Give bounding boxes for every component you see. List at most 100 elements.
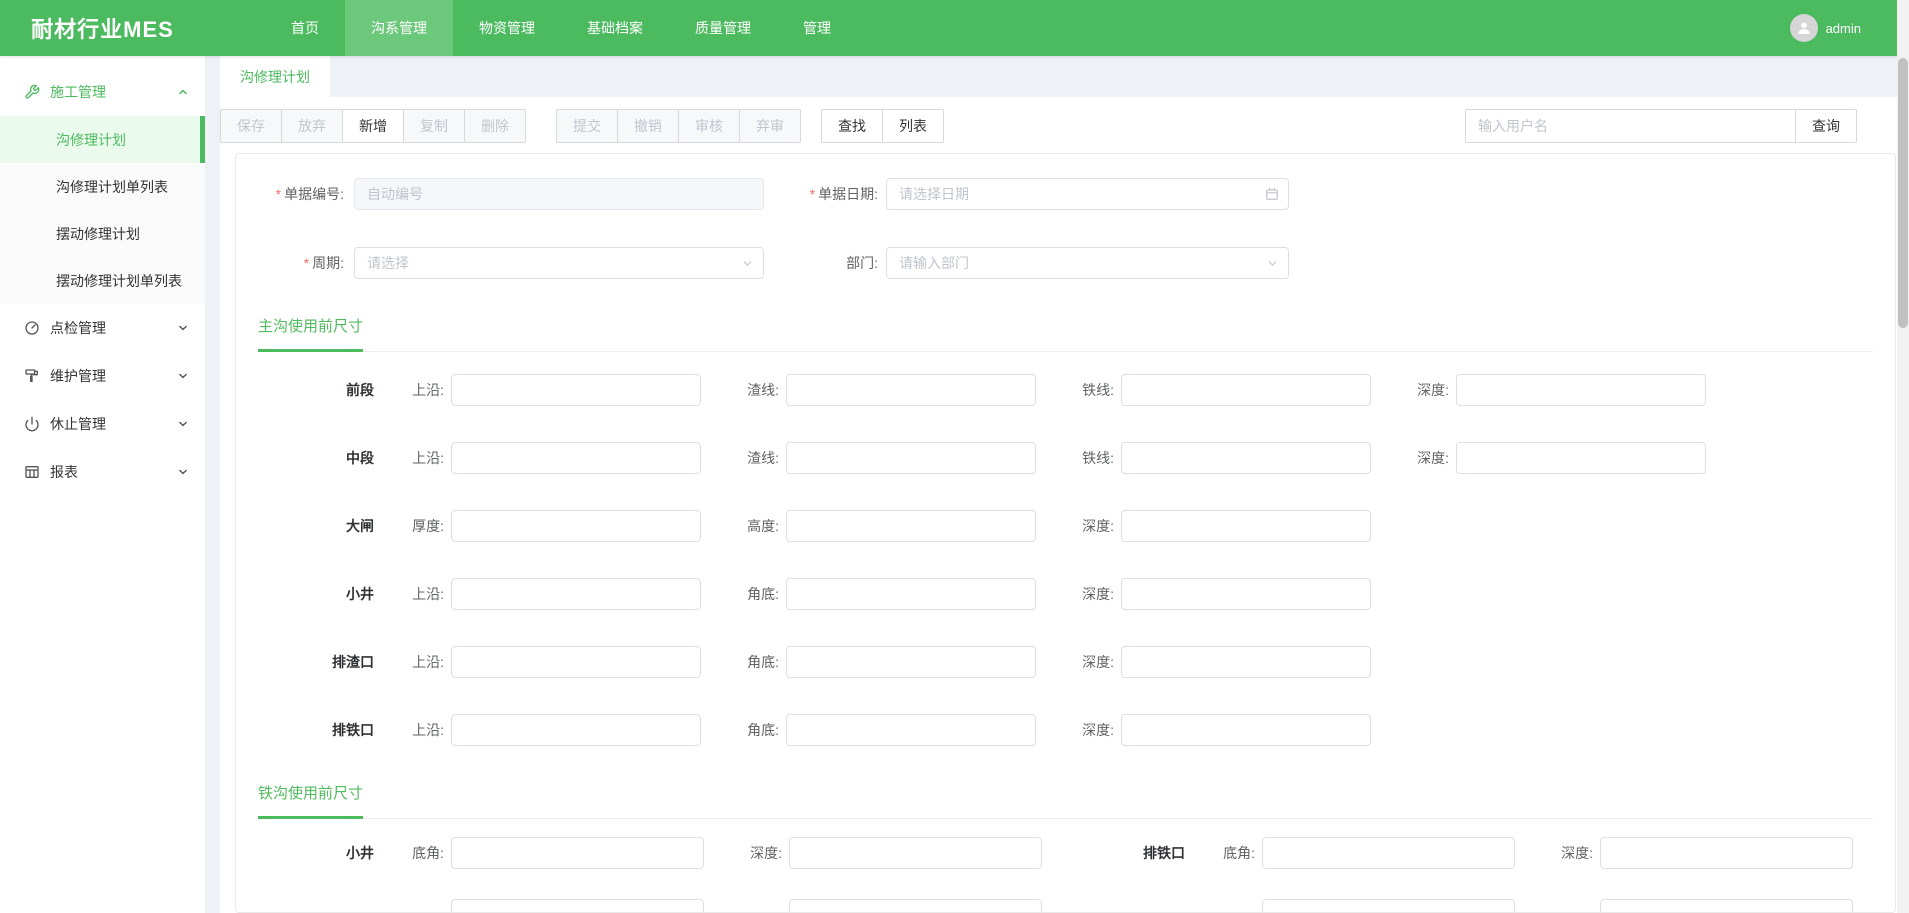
doc-no-input[interactable] [354,178,764,210]
nav-item-admin[interactable]: 管理 [777,0,857,56]
audit-button[interactable]: 审核 [678,109,740,143]
doc-date-input[interactable] [886,178,1289,210]
sidebar-item-trench-repair-plan[interactable]: 沟修理计划 [0,116,205,163]
partial-input-4[interactable] [1600,899,1853,913]
iron-outlet-depth2-input[interactable] [1600,837,1853,869]
partial-input-2[interactable] [789,899,1042,913]
field-label: 上沿: [374,652,444,672]
field-label: 深度: [1044,720,1114,740]
sidebar-group-construction[interactable]: 施工管理 [0,68,205,116]
iron-well-depth-input[interactable] [789,837,1042,869]
front-depth-input[interactable] [1456,374,1706,406]
field-label: 深度: [1379,448,1449,468]
field-label: 上沿: [374,380,444,400]
middle-iron-line-input[interactable] [1121,442,1371,474]
nav-item-base-archives[interactable]: 基础档案 [561,0,669,56]
sidebar-group-label: 施工管理 [50,82,106,102]
page: 耐材行业MES 首页 沟系管理 物资管理 基础档案 质量管理 管理 admin … [0,0,1909,913]
delete-button[interactable]: 删除 [464,109,526,143]
nav-item-trench-mgmt[interactable]: 沟系管理 [345,0,453,56]
middle-slag-line-input[interactable] [786,442,1036,474]
paint-roller-icon [24,368,40,384]
search-input[interactable] [1465,109,1795,143]
top-nav: 首页 沟系管理 物资管理 基础档案 质量管理 管理 [265,0,857,56]
period-select[interactable] [354,247,764,279]
sidebar-group-reports[interactable]: 报表 [0,448,205,496]
field-label: 角底: [709,652,779,672]
middle-depth-input[interactable] [1456,442,1706,474]
doc-date-label: *单据日期: [764,184,878,204]
dim-row-slag-outlet: 排渣口 上沿: 角底: 深度: [236,646,1895,678]
copy-button[interactable]: 复制 [403,109,465,143]
row-name: 小井 [236,584,374,604]
sidebar-group-suspension[interactable]: 休止管理 [0,400,205,448]
well-top-edge-input[interactable] [451,578,701,610]
app-header: 耐材行业MES 首页 沟系管理 物资管理 基础档案 质量管理 管理 admin [0,0,1909,56]
user-menu[interactable]: admin [1790,0,1861,56]
middle-top-edge-input[interactable] [451,442,701,474]
well-depth-input[interactable] [1121,578,1371,610]
field-label: 深度: [712,843,782,863]
chevron-down-icon [1266,257,1279,270]
doc-actions-group: 保存 放弃 新增 复制 删除 [220,109,526,143]
section-title: 铁沟使用前尺寸 [258,782,363,819]
row-name: 排铁口 [236,720,374,740]
slag-outlet-corner-bottom-input[interactable] [786,646,1036,678]
iron-outlet-depth-input[interactable] [1121,714,1371,746]
sidebar-item-swing-repair-plan-list[interactable]: 摆动修理计划单列表 [0,257,205,304]
field-label: 上沿: [374,448,444,468]
field-label: 上沿: [374,584,444,604]
vertical-scrollbar[interactable] [1897,0,1909,913]
field-label: 角底: [709,720,779,740]
sidebar-group-label: 维护管理 [50,366,106,386]
unaudit-button[interactable]: 弃审 [739,109,801,143]
find-button[interactable]: 查找 [821,109,883,143]
submit-button[interactable]: 提交 [556,109,618,143]
tab-trench-repair-plan[interactable]: 沟修理计划 [220,56,330,97]
sidebar-item-trench-repair-plan-list[interactable]: 沟修理计划单列表 [0,163,205,210]
sidebar-group-maintenance[interactable]: 维护管理 [0,352,205,400]
save-button[interactable]: 保存 [220,109,282,143]
iron-well-bottom-corner-input[interactable] [451,837,704,869]
nav-item-material-mgmt[interactable]: 物资管理 [453,0,561,56]
scrollbar-thumb[interactable] [1898,58,1908,328]
partial-input-3[interactable] [1262,899,1515,913]
slag-outlet-top-edge-input[interactable] [451,646,701,678]
chevron-up-icon [177,86,189,98]
dim-row-middle: 中段 上沿: 渣线: 铁线: 深度: [236,442,1895,474]
revoke-button[interactable]: 撤销 [617,109,679,143]
iron-outlet-corner-bottom-input[interactable] [786,714,1036,746]
sidebar-item-swing-repair-plan[interactable]: 摆动修理计划 [0,210,205,257]
sidebar-group-spot-check[interactable]: 点检管理 [0,304,205,352]
discard-button[interactable]: 放弃 [281,109,343,143]
field-label: 角底: [709,584,779,604]
slag-outlet-depth-input[interactable] [1121,646,1371,678]
front-slag-line-input[interactable] [786,374,1036,406]
table-icon [24,464,40,480]
wrench-icon [24,84,40,100]
gate-depth-input[interactable] [1121,510,1371,542]
nav-item-quality-mgmt[interactable]: 质量管理 [669,0,777,56]
iron-outlet-bottom-corner-input[interactable] [1262,837,1515,869]
toolbar: 保存 放弃 新增 复制 删除 提交 撤销 审核 弃审 查找 列表 [220,109,1909,143]
well-corner-bottom-input[interactable] [786,578,1036,610]
add-button[interactable]: 新增 [342,109,404,143]
field-label: 铁线: [1044,448,1114,468]
nav-item-home[interactable]: 首页 [265,0,345,56]
front-iron-line-input[interactable] [1121,374,1371,406]
dept-select[interactable] [886,247,1289,279]
main-content: 保存 放弃 新增 复制 删除 提交 撤销 审核 弃审 查找 列表 [220,97,1909,913]
partial-input-1[interactable] [451,899,704,913]
gate-height-input[interactable] [786,510,1036,542]
sidebar-submenu: 沟修理计划 沟修理计划单列表 摆动修理计划 摆动修理计划单列表 [0,116,205,304]
iron-outlet-top-edge-input[interactable] [451,714,701,746]
query-button[interactable]: 查询 [1795,109,1857,143]
app-logo: 耐材行业MES [0,0,205,56]
gate-thickness-input[interactable] [451,510,701,542]
list-button[interactable]: 列表 [882,109,944,143]
form-card: *单据编号: *单据日期: *周期: [235,153,1896,913]
dim-row-small-well: 小井 上沿: 角底: 深度: [236,578,1895,610]
front-top-edge-input[interactable] [451,374,701,406]
chevron-down-icon [177,322,189,334]
dim-row-front: 前段 上沿: 渣线: 铁线: 深度: [236,374,1895,406]
